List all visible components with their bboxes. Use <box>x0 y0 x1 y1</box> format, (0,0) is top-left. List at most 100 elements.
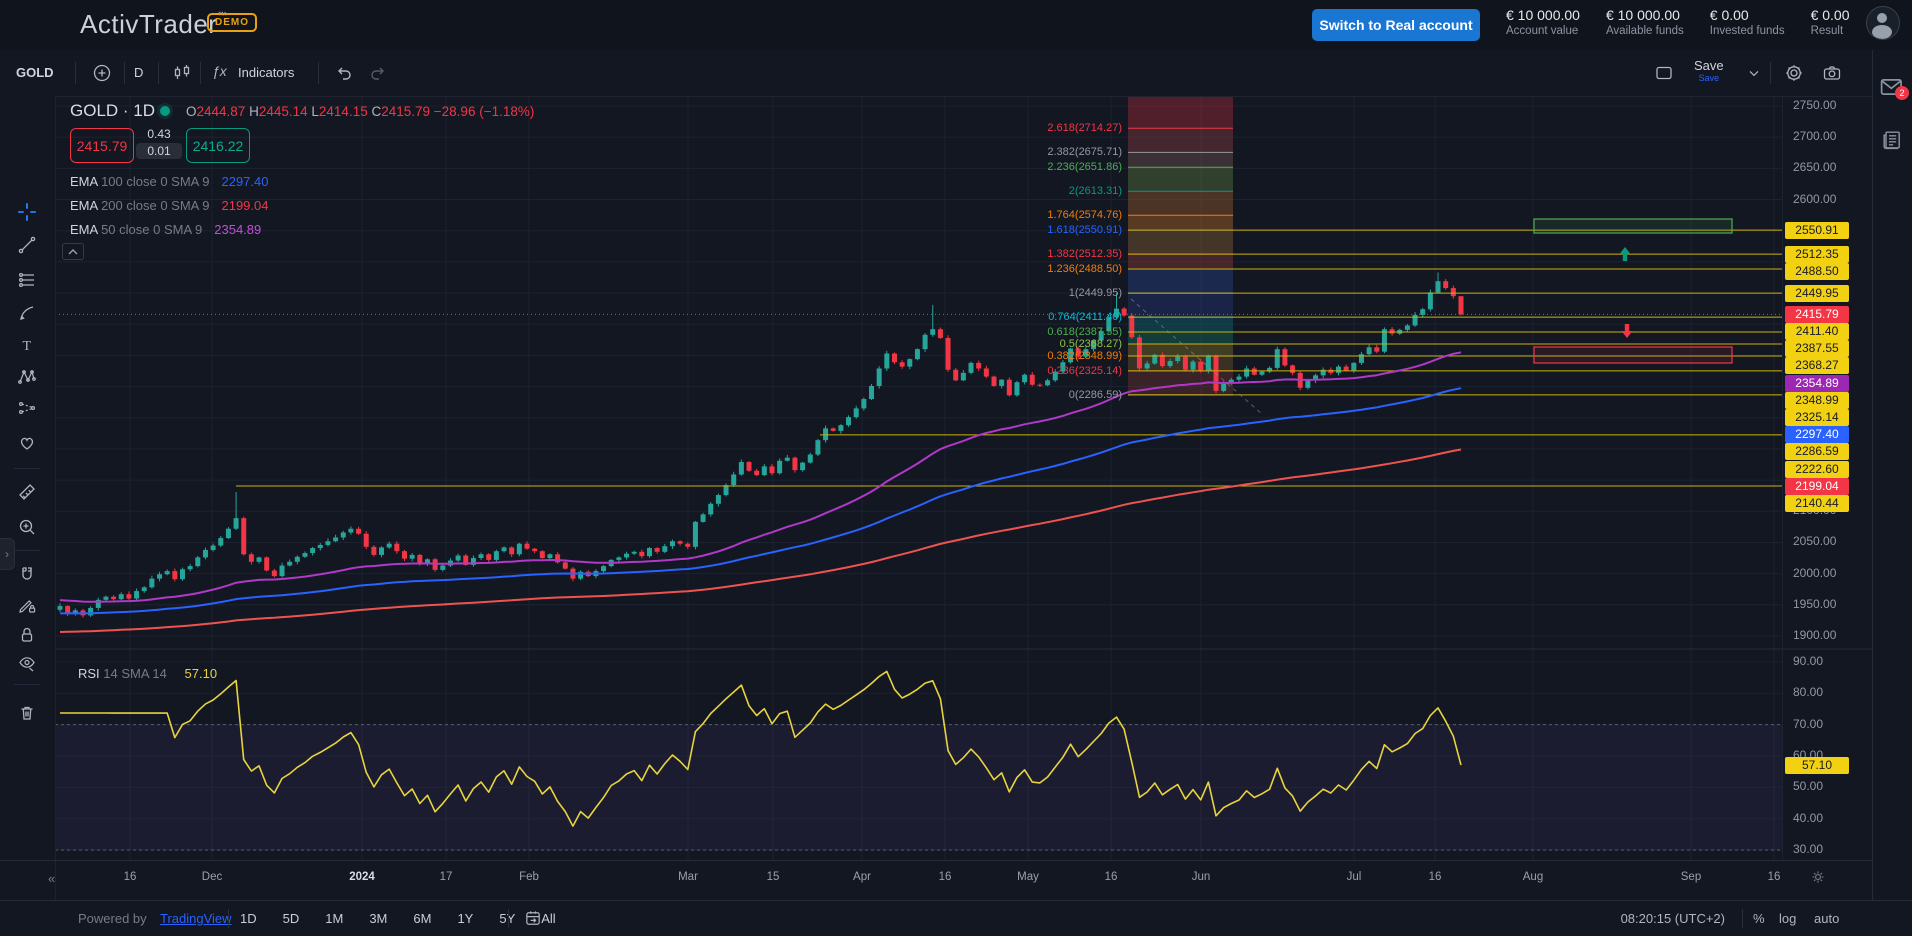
ohlc-key-H: H <box>249 104 259 119</box>
chart-settings-button[interactable] <box>1780 59 1808 87</box>
legend-collapse-button[interactable] <box>62 243 84 260</box>
crosshair-tool-button[interactable] <box>10 196 44 228</box>
avatar[interactable] <box>1866 6 1900 40</box>
undo-button[interactable] <box>330 59 358 87</box>
remove-drawings-button[interactable] <box>10 697 44 729</box>
chart-symbol-title[interactable]: GOLD · 1D <box>70 101 155 121</box>
trend-line-tool-button[interactable] <box>10 229 44 261</box>
ema-legend-row-50[interactable]: EMA 50 close 0 SMA 92354.89 <box>70 222 261 237</box>
horizontal-lines-tool-button[interactable] <box>10 264 44 296</box>
avatar-body-icon <box>1872 25 1892 39</box>
forecast-icon <box>17 398 37 418</box>
timeframe-button[interactable]: D <box>134 65 143 80</box>
toolbar-divider <box>14 468 40 469</box>
screenshot-button[interactable] <box>1818 59 1846 87</box>
chart-canvas[interactable] <box>0 0 1912 935</box>
time-label-Apr: Apr <box>853 871 871 883</box>
layout-square-icon <box>1654 63 1674 83</box>
price-label-2286.59: 2286.59 <box>1785 443 1849 460</box>
axis-tick-80.00: 80.00 <box>1793 685 1823 699</box>
fib-label-1.236: 1.236(2488.50) <box>1047 263 1122 275</box>
eye-slash-icon <box>17 653 37 673</box>
bottom-divider <box>508 909 509 928</box>
notifications-button[interactable]: 2 <box>1879 74 1905 100</box>
redo-button[interactable] <box>364 59 392 87</box>
percent-scale-toggle[interactable]: % <box>1753 911 1765 926</box>
axis-settings-gear-icon[interactable] <box>1810 869 1826 885</box>
news-button[interactable] <box>1880 128 1904 152</box>
watchlist-expander[interactable]: › <box>0 538 15 570</box>
log-scale-toggle[interactable]: log <box>1779 911 1796 926</box>
range-button-5D[interactable]: 5D <box>283 911 300 926</box>
magnet-mode-button[interactable] <box>10 559 44 591</box>
rsi-legend: RSI 14 SMA 14 57.10 <box>78 666 217 681</box>
gear-icon <box>1784 63 1804 83</box>
text-icon: T <box>17 335 37 355</box>
pencil-lock-icon <box>17 595 37 615</box>
range-button-All[interactable]: All <box>541 911 555 926</box>
time-label-16: 16 <box>1105 871 1118 883</box>
heart-icon <box>17 433 37 453</box>
time-label-Sep: Sep <box>1681 871 1701 883</box>
rsi-value: 57.10 <box>185 666 218 681</box>
axis-tick-1900.00: 1900.00 <box>1793 628 1836 642</box>
tradingview-link[interactable]: TradingView <box>160 911 232 926</box>
axis-tick-2750.00: 2750.00 <box>1793 98 1836 112</box>
auto-scale-toggle[interactable]: auto <box>1814 911 1839 926</box>
ema-legend-row-200[interactable]: EMA 200 close 0 SMA 92199.04 <box>70 198 268 213</box>
hide-drawings-button[interactable] <box>10 647 44 679</box>
layout-templates-button[interactable] <box>1650 59 1678 87</box>
brush-tool-button[interactable] <box>10 297 44 329</box>
scroll-to-start-icon[interactable]: « <box>48 871 55 886</box>
axis-tick-2600.00: 2600.00 <box>1793 192 1836 206</box>
axis-tick-90.00: 90.00 <box>1793 654 1823 668</box>
forecast-tool-button[interactable] <box>10 392 44 424</box>
notification-badge: 2 <box>1895 86 1909 100</box>
save-button[interactable]: Save Save <box>1694 58 1724 83</box>
bottom-divider <box>1742 909 1743 928</box>
price-label-2411.40: 2411.40 <box>1785 323 1849 340</box>
xabcd-pattern-tool-button[interactable] <box>10 361 44 393</box>
camera-icon <box>1822 63 1842 83</box>
range-button-1D[interactable]: 1D <box>240 911 257 926</box>
range-button-1M[interactable]: 1M <box>325 911 343 926</box>
time-label-17: 17 <box>440 871 453 883</box>
go-to-date-icon[interactable] <box>524 909 543 928</box>
switch-to-real-account-button[interactable]: Switch to Real account <box>1312 9 1480 41</box>
add-symbol-button[interactable] <box>88 59 116 87</box>
sell-bid-button[interactable]: 2415.79 <box>70 128 134 163</box>
range-button-6M[interactable]: 6M <box>413 911 431 926</box>
axis-tick-2050.00: 2050.00 <box>1793 534 1836 548</box>
market-status-dot <box>160 106 170 116</box>
ohlc-value-H: 2445.14 <box>259 104 312 119</box>
clock[interactable]: 08:20:15 (UTC+2) <box>1590 911 1725 926</box>
toolbar-divider <box>158 62 159 84</box>
drawing-mode-lock-button[interactable] <box>10 589 44 621</box>
magnifier-plus-icon <box>17 517 37 537</box>
account-stat-available-funds: € 10 000.00Available funds <box>1606 7 1684 37</box>
spread-high: 0.43 <box>136 127 182 141</box>
text-tool-button[interactable]: T <box>10 329 44 361</box>
time-label-Jun: Jun <box>1192 871 1211 883</box>
time-axis[interactable]: « 16Dec202417FebMar15Apr16May16JunJul16A… <box>0 860 1872 901</box>
price-label-2512.35: 2512.35 <box>1785 246 1849 263</box>
buy-ask-button[interactable]: 2416.22 <box>186 128 250 163</box>
time-label-Aug: Aug <box>1523 871 1543 883</box>
toolbar-divider <box>14 684 40 685</box>
symbol-label[interactable]: GOLD <box>16 65 54 80</box>
save-menu-button[interactable] <box>1740 59 1768 87</box>
range-button-1Y[interactable]: 1Y <box>457 911 473 926</box>
fib-bands <box>1128 96 1233 395</box>
rsi-value-label: 57.10 <box>1785 757 1849 774</box>
ema-legend-row-100[interactable]: EMA 100 close 0 SMA 92297.40 <box>70 174 268 189</box>
measure-tool-button[interactable] <box>10 476 44 508</box>
axis-tick-70.00: 70.00 <box>1793 717 1823 731</box>
range-button-3M[interactable]: 3M <box>369 911 387 926</box>
price-scale[interactable]: 2750.002700.002650.002600.002100.002050.… <box>1782 96 1873 860</box>
trend-line-icon <box>17 235 37 255</box>
zoom-in-tool-button[interactable] <box>10 511 44 543</box>
chart-style-button[interactable] <box>168 59 196 87</box>
price-label-2297.40: 2297.40 <box>1785 426 1849 443</box>
emoji-tool-button[interactable] <box>10 427 44 459</box>
indicators-button[interactable]: Indicators <box>238 65 294 80</box>
